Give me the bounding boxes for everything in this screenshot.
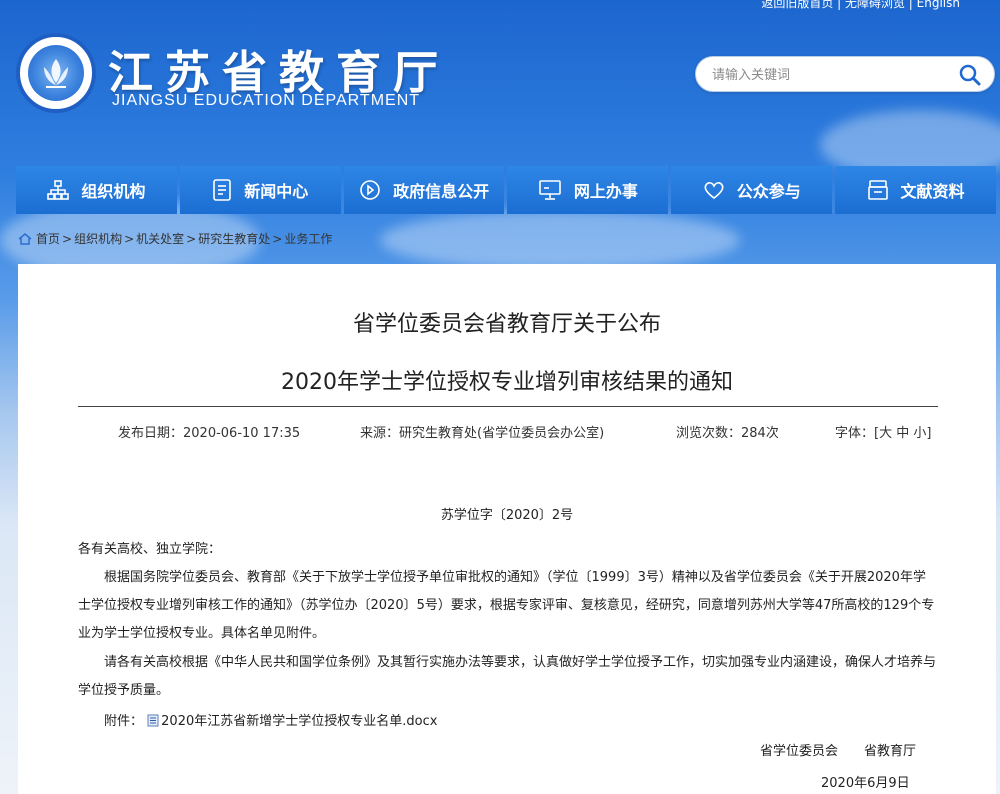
salutation: 各有关高校、独立学院： <box>78 542 222 557</box>
monitor-icon <box>539 180 561 200</box>
breadcrumb-business[interactable]: 业务工作 <box>284 230 332 247</box>
body-paragraph-1: 根据国务院学位委员会、教育部《关于下放学士学位授予单位审批权的通知》（学位〔19… <box>78 570 935 641</box>
body-paragraph-2: 请各有关高校根据《中华人民共和国学位条例》及其暂行实施办法等要求，认真做好学士学… <box>78 655 937 698</box>
nav-item-online-services[interactable]: 网上办事 <box>507 166 669 214</box>
heart-icon <box>704 182 724 200</box>
site-name-english: JIANGSU EDUCATION DEPARTMENT <box>112 92 421 109</box>
nav-label: 文献资料 <box>900 182 965 201</box>
site-logo[interactable] <box>16 33 96 113</box>
attachment-label: 附件： <box>104 714 144 729</box>
signer-degree-committee: 省学位委员会 <box>760 744 839 759</box>
article-title-line1: 省学位委员会省教育厅关于公布 <box>352 312 661 337</box>
nav-item-documents[interactable]: 文献资料 <box>835 166 996 214</box>
sign-date: 2020年6月9日 <box>821 776 910 791</box>
breadcrumb: 首页 > 组织机构 > 机关处室 > 研究生教育处 > 业务工作 <box>18 230 332 247</box>
view-count: 浏览次数：284次 <box>676 426 779 441</box>
home-icon <box>18 232 32 245</box>
nav-label: 政府信息公开 <box>393 182 490 201</box>
attachment-link[interactable]: 2020年江苏省新增学士学位授权专业名单.docx <box>161 714 437 729</box>
government-info-icon <box>360 180 380 200</box>
nav-label: 公众参与 <box>736 182 801 201</box>
article-title-line2: 2020年学士学位授权专业增列审核结果的通知 <box>281 370 733 395</box>
main-navigation: 组织机构 新闻中心 政府信息公开 网上办事 公众参与 文献资料 <box>16 166 996 214</box>
breadcrumb-departments[interactable]: 机关处室 <box>136 230 184 247</box>
article-panel: 省学位委员会省教育厅关于公布 2020年学士学位授权专业增列审核结果的通知 发布… <box>18 264 996 794</box>
nav-label: 组织机构 <box>81 182 146 201</box>
signer-education-dept: 省教育厅 <box>864 744 917 759</box>
title-divider <box>78 406 938 407</box>
search-box <box>695 56 995 92</box>
education-emblem-icon <box>44 59 68 88</box>
attachment-row: 附件： 2020年江苏省新增学士学位授权专业名单.docx <box>104 708 604 736</box>
breadcrumb-organization[interactable]: 组织机构 <box>74 230 122 247</box>
font-size-switcher[interactable]: 字体：[大 中 小] <box>835 424 935 444</box>
top-links[interactable]: 返回旧版首页 | 无障碍浏览 | English <box>761 0 960 11</box>
background-cloud <box>380 210 740 270</box>
breadcrumb-graduate-office[interactable]: 研究生教育处 <box>198 230 270 247</box>
breadcrumb-home[interactable]: 首页 <box>36 230 60 247</box>
signature-block: 省学位委员会 省教育厅 <box>760 740 916 759</box>
search-input[interactable] <box>712 65 942 85</box>
nav-item-gov-info[interactable]: 政府信息公开 <box>343 166 505 214</box>
document-number: 苏学位字〔2020〕2号 <box>440 508 574 523</box>
word-document-icon <box>147 714 159 727</box>
site-header: 返回旧版首页 | 无障碍浏览 | English 江苏省教育厅 JIANGSU … <box>0 0 1000 160</box>
archive-icon <box>867 180 888 200</box>
nav-item-news[interactable]: 新闻中心 <box>179 166 341 214</box>
nav-label: 新闻中心 <box>244 182 309 201</box>
org-chart-icon <box>47 180 70 200</box>
news-document-icon <box>213 179 232 201</box>
nav-item-organization[interactable]: 组织机构 <box>16 166 177 214</box>
nav-item-public-participation[interactable]: 公众参与 <box>671 166 833 214</box>
article-source: 来源：研究生教育处(省学位委员会办公室) <box>360 426 605 441</box>
nav-label: 网上办事 <box>573 182 638 201</box>
search-icon[interactable] <box>958 63 982 87</box>
publish-date: 发布日期：2020-06-10 17:35 <box>118 426 301 441</box>
